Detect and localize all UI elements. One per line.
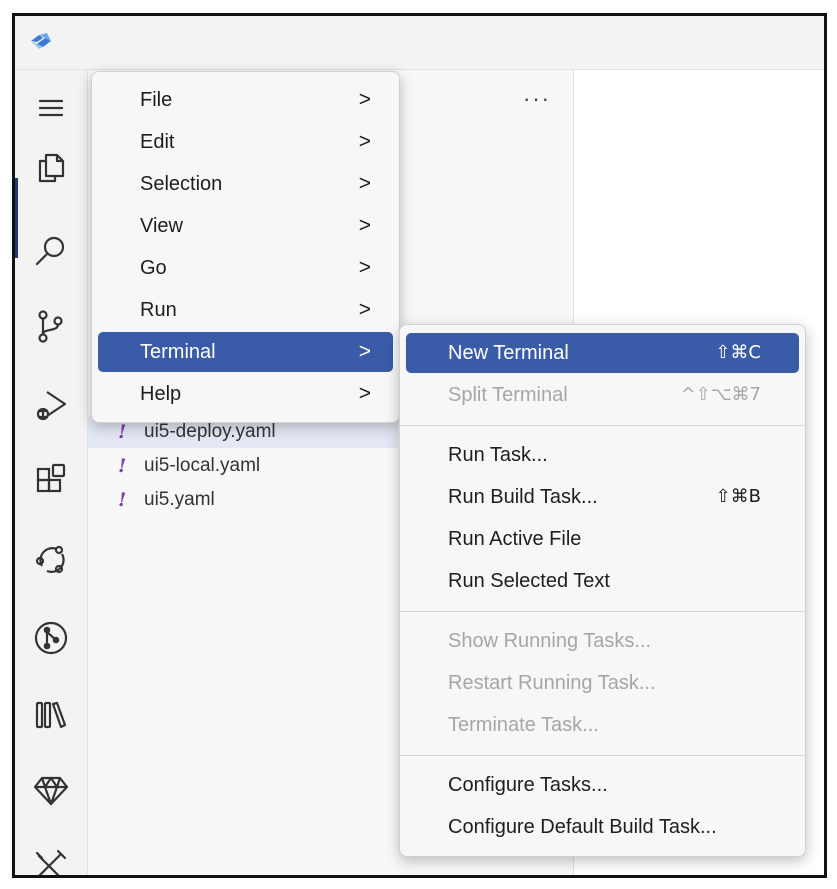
app-window: ··· ! ui5-deploy.yaml ! ui5-local.yaml !…	[12, 13, 827, 878]
menu-item-label: Terminal	[140, 341, 216, 363]
activity-bar	[15, 70, 88, 875]
menu-item-run-build-task[interactable]: Run Build Task... ⇧⌘B	[406, 477, 799, 517]
menu-item-run-selected-text[interactable]: Run Selected Text	[406, 561, 799, 601]
active-view-indicator	[15, 178, 18, 258]
menu-item-label: Go	[140, 257, 167, 279]
more-actions-button[interactable]: ···	[523, 86, 551, 112]
menu-separator	[400, 611, 805, 612]
chevron-right-icon: >	[358, 298, 371, 321]
menu-item-label: Edit	[140, 131, 175, 153]
menu-item-label: Run	[140, 299, 177, 321]
keyboard-shortcut: ^⇧⌥⌘7	[680, 384, 761, 405]
menu-item-label: Terminate Task...	[448, 714, 599, 736]
menu-item-label: Run Active File	[448, 528, 582, 550]
menu-item-configure-tasks[interactable]: Configure Tasks...	[406, 765, 799, 805]
menu-item-label: Configure Tasks...	[448, 774, 608, 796]
chevron-right-icon: >	[358, 88, 371, 111]
menu-item-label: Run Task...	[448, 444, 548, 466]
terminal-submenu: New Terminal ⇧⌘C Split Terminal ^⇧⌥⌘7 Ru…	[399, 324, 806, 857]
keyboard-shortcut: ⇧⌘B	[715, 486, 761, 507]
yaml-file-icon: !	[118, 454, 127, 477]
file-name: ui5.yaml	[144, 488, 215, 510]
library-icon[interactable]	[31, 694, 71, 734]
menu-item-label: Selection	[140, 173, 223, 195]
chevron-right-icon: >	[358, 130, 371, 153]
run-debug-icon[interactable]	[31, 384, 71, 424]
chevron-right-icon: >	[358, 214, 371, 237]
menu-item-label: Run Build Task...	[448, 486, 598, 508]
source-control-icon[interactable]	[31, 306, 71, 346]
menu-item-go[interactable]: Go >	[98, 248, 393, 288]
menu-item-show-running-tasks[interactable]: Show Running Tasks...	[406, 621, 799, 661]
menu-separator	[400, 755, 805, 756]
menu-item-label: View	[140, 215, 183, 237]
menu-item-selection[interactable]: Selection >	[98, 164, 393, 204]
menu-item-terminal[interactable]: Terminal >	[98, 332, 393, 372]
menu-item-terminate-task[interactable]: Terminate Task...	[406, 705, 799, 745]
search-icon[interactable]	[31, 230, 71, 270]
menu-item-run[interactable]: Run >	[98, 290, 393, 330]
yaml-file-icon: !	[118, 420, 127, 443]
menu-item-label: Help	[140, 383, 182, 405]
menu-item-help[interactable]: Help >	[98, 374, 393, 414]
explorer-icon[interactable]	[31, 146, 71, 186]
menu-item-label: File	[140, 89, 173, 111]
menu-item-run-active-file[interactable]: Run Active File	[406, 519, 799, 559]
app-logo-icon	[31, 33, 51, 49]
menu-item-restart-running-task[interactable]: Restart Running Task...	[406, 663, 799, 703]
menu-item-label: Configure Default Build Task...	[448, 816, 717, 838]
tools-icon[interactable]	[31, 846, 71, 875]
menu-item-edit[interactable]: Edit >	[98, 122, 393, 162]
file-name: ui5-deploy.yaml	[144, 420, 276, 442]
menu-separator	[400, 425, 805, 426]
menu-hamburger-icon[interactable]	[31, 88, 71, 128]
menu-item-label: Run Selected Text	[448, 570, 610, 592]
git-graph-icon[interactable]	[31, 618, 71, 658]
menu-item-new-terminal[interactable]: New Terminal ⇧⌘C	[406, 333, 799, 373]
extensions-icon[interactable]	[31, 460, 71, 500]
yaml-file-icon: !	[118, 488, 127, 511]
menu-item-label: Split Terminal	[448, 384, 568, 406]
chevron-right-icon: >	[358, 340, 371, 363]
gem-icon[interactable]	[31, 770, 71, 810]
title-bar	[15, 16, 824, 70]
menu-item-label: Show Running Tasks...	[448, 630, 652, 652]
menu-item-split-terminal[interactable]: Split Terminal ^⇧⌥⌘7	[406, 375, 799, 415]
keyboard-shortcut: ⇧⌘C	[715, 342, 761, 363]
menu-item-configure-default-build-task[interactable]: Configure Default Build Task...	[406, 807, 799, 847]
chevron-right-icon: >	[358, 256, 371, 279]
file-item[interactable]: ! ui5-local.yaml	[88, 449, 398, 482]
menu-item-label: New Terminal	[448, 342, 569, 364]
file-name: ui5-local.yaml	[144, 454, 261, 476]
menu-item-run-task[interactable]: Run Task...	[406, 435, 799, 475]
menu-item-file[interactable]: File >	[98, 80, 393, 120]
remote-icon[interactable]	[31, 540, 71, 580]
chevron-right-icon: >	[358, 382, 371, 405]
menu-item-view[interactable]: View >	[98, 206, 393, 246]
menu-item-label: Restart Running Task...	[448, 672, 656, 694]
chevron-right-icon: >	[358, 172, 371, 195]
file-item[interactable]: ! ui5.yaml	[88, 483, 398, 516]
application-menu: File > Edit > Selection > View > Go > Ru…	[91, 71, 400, 423]
